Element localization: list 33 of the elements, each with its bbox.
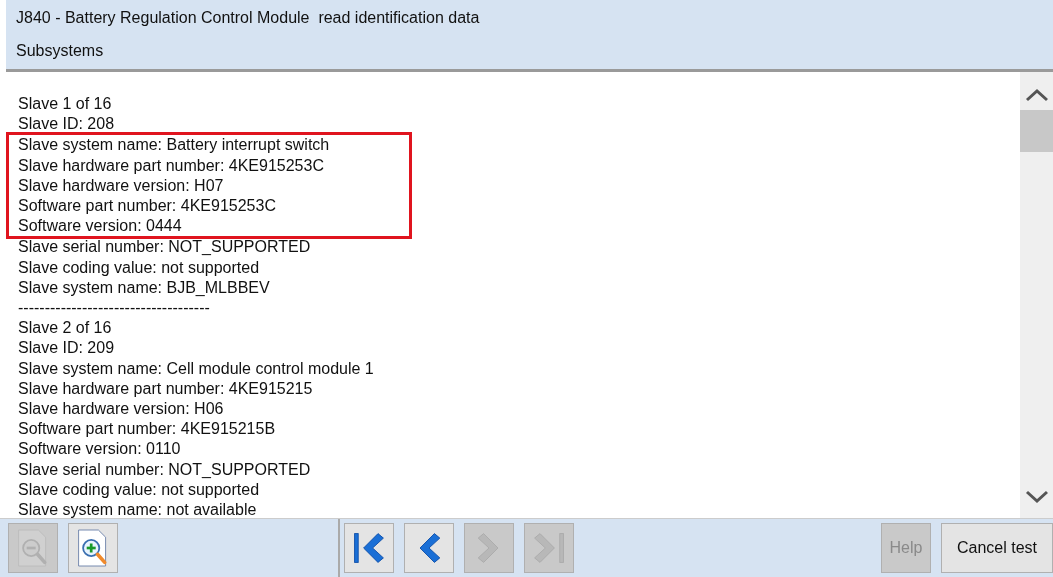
info-line: Slave 2 of 16 (18, 318, 112, 339)
info-line: Slave 1 of 16 (18, 94, 112, 114)
zoom-in-button[interactable] (68, 523, 118, 573)
header-title: J840 - Battery Regulation Control Module read identification data (16, 9, 480, 28)
info-line: Slave hardware part number: 4KE915253C (18, 155, 324, 176)
info-line: Slave system name: Cell module control module 1 (18, 358, 374, 379)
previous-page-button[interactable] (404, 523, 454, 573)
skip-last-icon (531, 530, 567, 566)
info-line: Slave ID: 209 (18, 338, 115, 359)
info-line: Slave hardware version: H07 (18, 175, 224, 196)
scroll-up-icon[interactable] (1024, 88, 1049, 102)
scroll-down-icon[interactable] (1024, 490, 1049, 504)
info-line: Software version: 0444 (18, 216, 182, 237)
info-line: ------------------------------------ (18, 298, 210, 319)
cancel-test-button[interactable]: Cancel test (941, 523, 1053, 573)
info-line: Slave coding value: not supported (18, 479, 260, 500)
scrollbar[interactable] (1020, 72, 1053, 518)
header-subtitle: Subsystems (16, 41, 104, 60)
info-line: Software part number: 4KE915253C (18, 196, 276, 216)
info-line: Slave system name: Battery interrupt switch (18, 135, 330, 156)
skip-first-icon (351, 530, 387, 566)
info-line: Slave hardware version: H06 (18, 399, 224, 420)
info-line: Slave system name: BJB_MLBBEV (18, 277, 270, 298)
info-line: Slave hardware part number: 4KE915215 (18, 378, 313, 399)
info-line: Slave serial number: NOT_SUPPORTED (18, 237, 311, 258)
info-line: Slave ID: 208 (18, 114, 115, 135)
scroll-thumb[interactable] (1020, 110, 1053, 152)
info-line: Software part number: 4KE915215B (18, 419, 276, 440)
first-page-button[interactable] (344, 523, 394, 573)
info-line: Software version: 0110 (18, 439, 181, 460)
info-line: Slave coding value: not supported (18, 257, 260, 278)
info-line: Slave system name: not available (18, 500, 257, 518)
info-line: Slave serial number: NOT_SUPPORTED (18, 459, 311, 480)
